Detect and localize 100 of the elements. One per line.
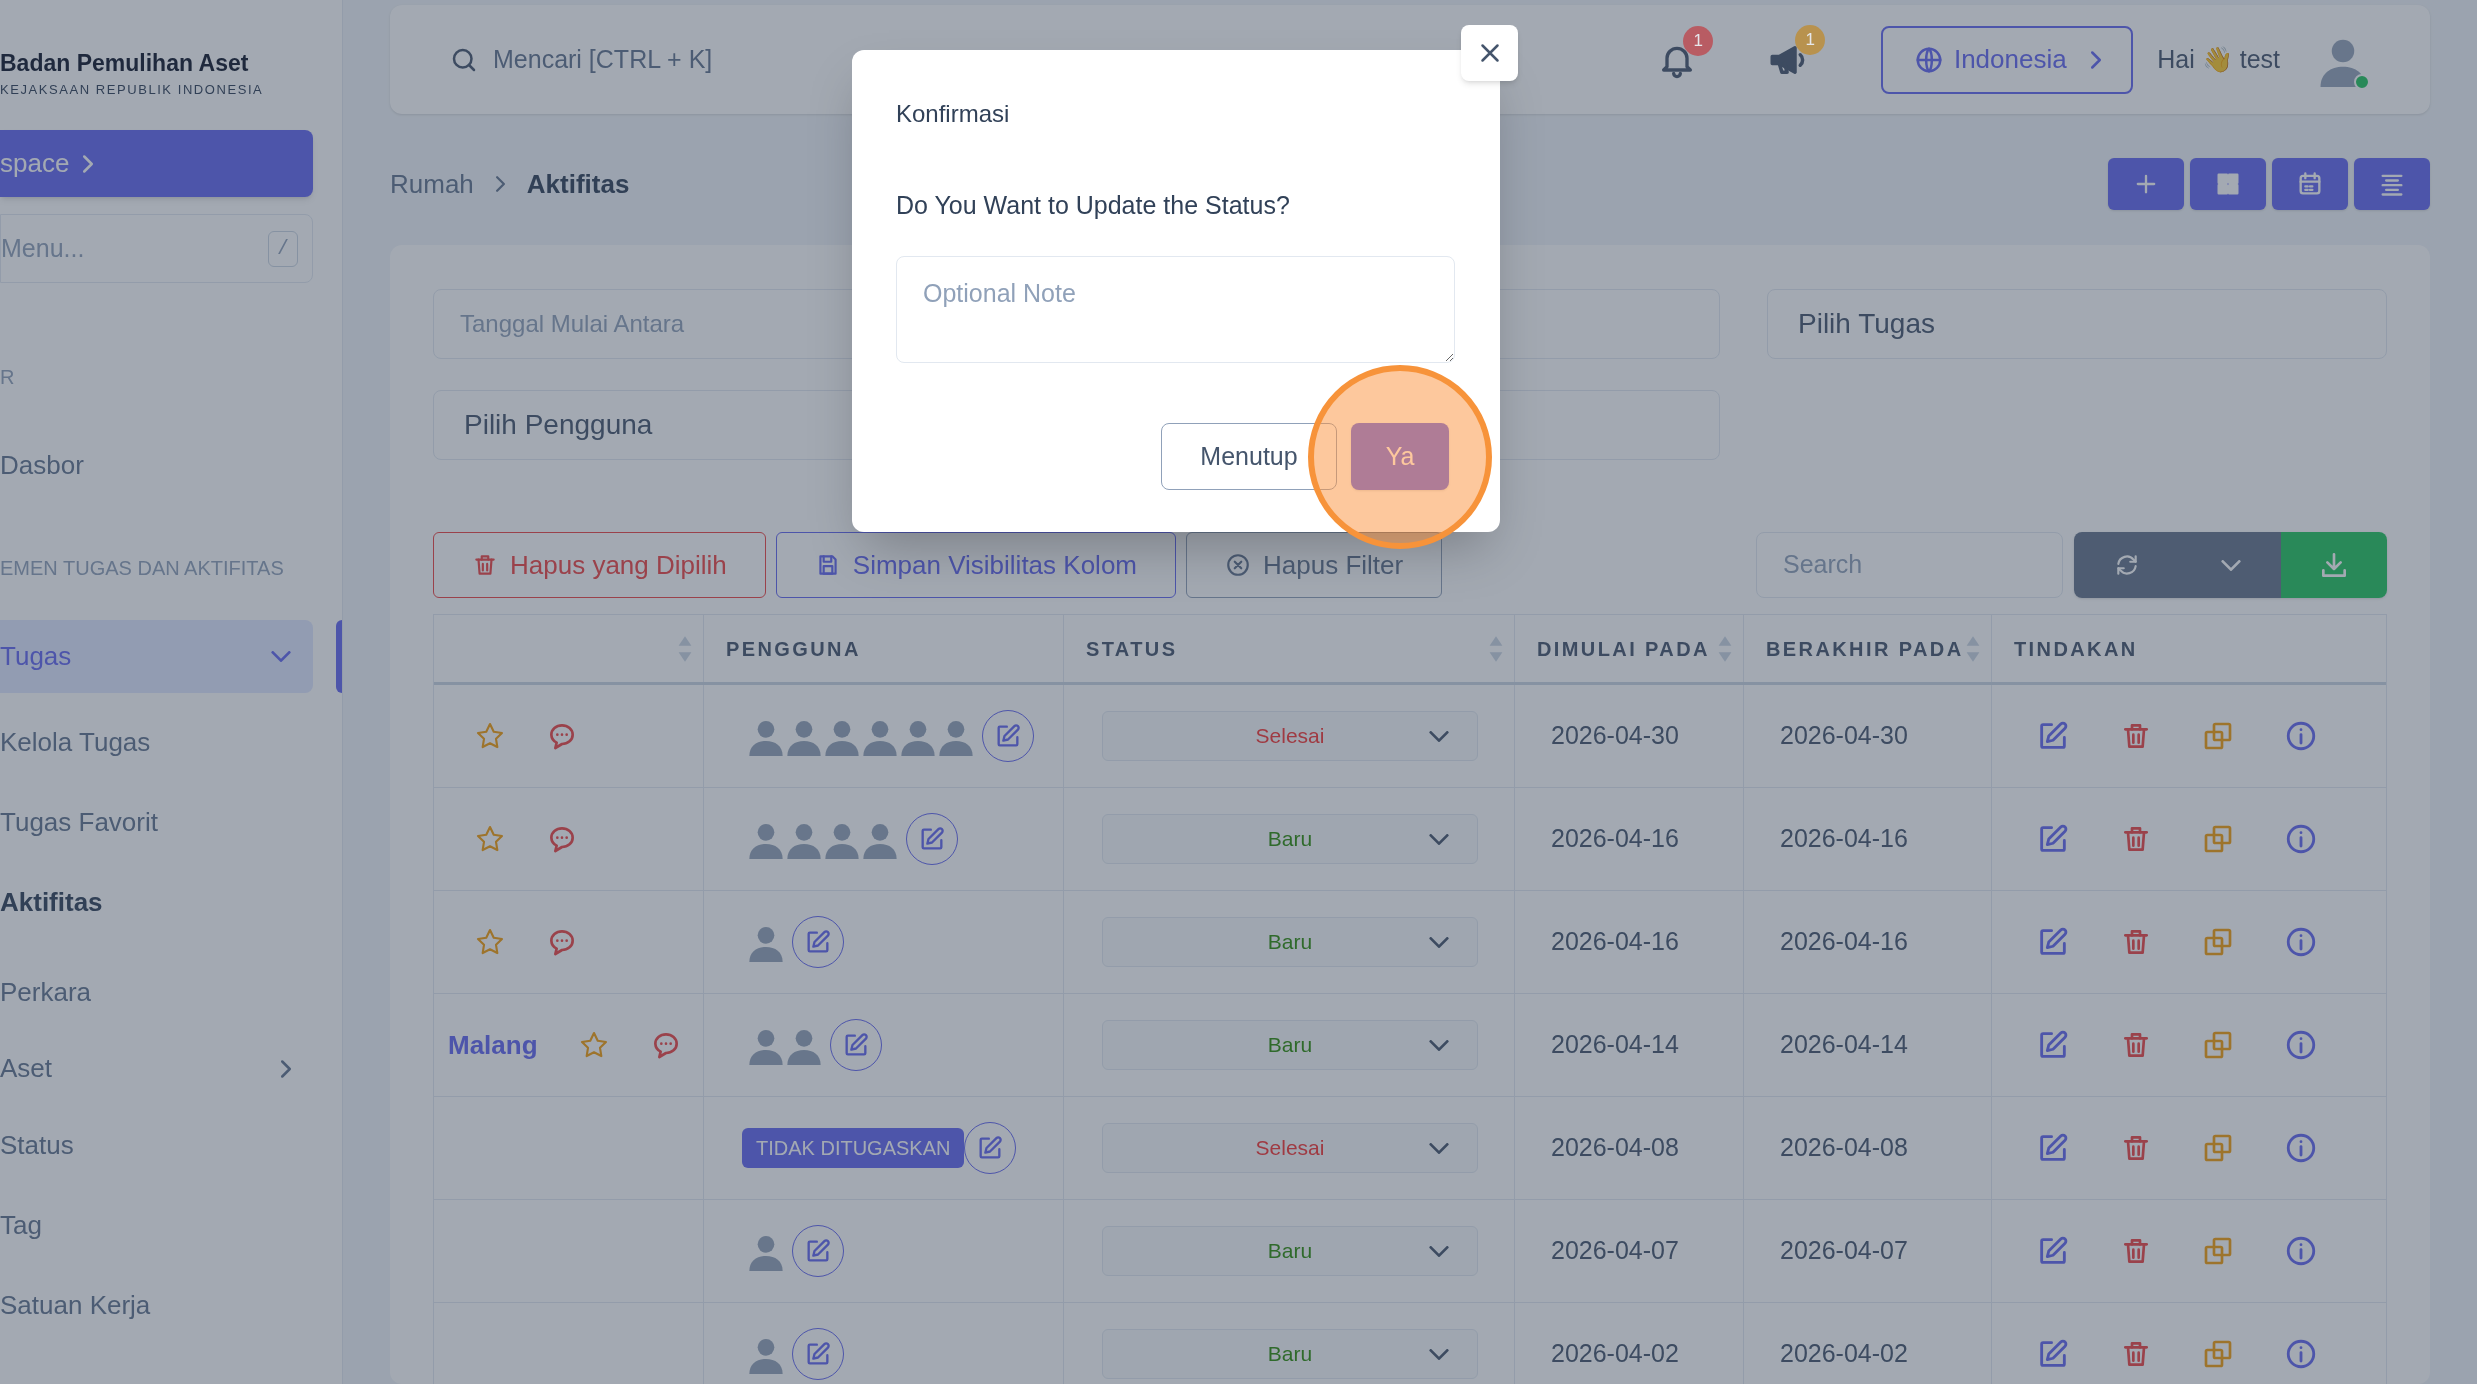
end-date: 2026-04-16 bbox=[1780, 926, 1908, 958]
column-header: STATUS bbox=[1086, 636, 1178, 662]
status-dropdown[interactable]: Selesai bbox=[1102, 1123, 1478, 1173]
info-icon[interactable] bbox=[2284, 1337, 2318, 1371]
sidebar-item[interactable]: Status bbox=[0, 1105, 342, 1185]
shortcut-key: / bbox=[268, 230, 298, 267]
info-icon[interactable] bbox=[2284, 822, 2318, 856]
status-label: Baru bbox=[1267, 826, 1313, 853]
status-label: Baru bbox=[1267, 1238, 1313, 1265]
notification-badge: 1 bbox=[1795, 24, 1826, 55]
list-view-button[interactable] bbox=[2354, 158, 2430, 210]
confirm-button[interactable]: Ya bbox=[1351, 423, 1449, 490]
status-label: Baru bbox=[1267, 1341, 1313, 1368]
copy-icon[interactable] bbox=[2202, 926, 2234, 958]
chevron-right-icon bbox=[281, 1059, 291, 1078]
chevron-down-icon bbox=[1429, 1348, 1449, 1360]
sidebar-item[interactable]: Satuan Kerja bbox=[0, 1265, 342, 1345]
status-dropdown[interactable]: Selesai bbox=[1102, 711, 1478, 761]
menu-search-field[interactable]: Menu... / bbox=[0, 214, 313, 283]
chevron-right-icon bbox=[495, 176, 505, 192]
chevron-down-icon bbox=[1429, 730, 1449, 742]
calendar-view-button[interactable] bbox=[2272, 158, 2348, 210]
greeting: Hai 👋 test bbox=[2157, 43, 2280, 75]
chevron-down-icon bbox=[2220, 559, 2241, 571]
sidebar-item[interactable]: Tugas Favorit bbox=[0, 782, 342, 862]
end-date: 2026-04-08 bbox=[1780, 1132, 1908, 1164]
global-search-field[interactable]: Mencari [CTRL + K] bbox=[449, 40, 713, 79]
save-columns-button[interactable]: Simpan Visibilitas Kolom bbox=[775, 532, 1176, 598]
grid-view-button[interactable] bbox=[2190, 158, 2266, 210]
column-header: BERAKHIR PADA bbox=[1766, 636, 1964, 662]
column-header: PENGGUNA bbox=[726, 636, 861, 662]
copy-icon[interactable] bbox=[2202, 1235, 2234, 1267]
end-date: 2026-04-14 bbox=[1780, 1029, 1908, 1061]
chevron-down-icon bbox=[271, 651, 291, 662]
status-label: Selesai bbox=[1255, 1135, 1325, 1162]
info-icon[interactable] bbox=[2284, 719, 2318, 753]
start-date: 2026-04-07 bbox=[1551, 1235, 1679, 1267]
copy-icon[interactable] bbox=[2202, 1338, 2234, 1370]
status-dropdown[interactable]: Baru bbox=[1102, 814, 1478, 864]
close-button[interactable] bbox=[1461, 25, 1518, 81]
start-date: 2026-04-14 bbox=[1551, 1029, 1679, 1061]
workspace-button[interactable]: space bbox=[0, 130, 313, 197]
copy-icon[interactable] bbox=[2202, 1029, 2234, 1061]
brand-subtitle: KEJAKSAAN REPUBLIK INDONESIA bbox=[0, 83, 265, 96]
sidebar-group[interactable]: Aset bbox=[0, 1032, 313, 1105]
sidebar-group[interactable]: Tugas bbox=[0, 620, 313, 693]
sidebar-item[interactable]: Aktifitas bbox=[0, 862, 342, 942]
clear-icon bbox=[1225, 552, 1251, 578]
sidebar-item[interactable]: Dasbor bbox=[0, 425, 342, 505]
clear-filter-button[interactable]: Hapus Filter bbox=[1186, 532, 1443, 598]
menu-search-placeholder: Menu... bbox=[1, 232, 85, 264]
column-header: DIMULAI PADA bbox=[1537, 636, 1710, 662]
chevron-right-icon bbox=[83, 154, 94, 173]
chevron-down-icon bbox=[1429, 1142, 1449, 1154]
status-label: Baru bbox=[1267, 929, 1313, 956]
select-field[interactable]: Pilih Tugas bbox=[1767, 289, 2387, 359]
copy-icon[interactable] bbox=[2202, 1132, 2234, 1164]
task-title-link[interactable]: Malang bbox=[448, 1025, 538, 1065]
notification-badge: 1 bbox=[1683, 25, 1714, 56]
refresh-button[interactable] bbox=[2074, 532, 2281, 598]
chevron-down-icon bbox=[1429, 1039, 1449, 1051]
status-dropdown[interactable]: Baru bbox=[1102, 1020, 1478, 1070]
chevron-down-icon bbox=[1429, 936, 1449, 948]
start-date: 2026-04-30 bbox=[1551, 720, 1679, 752]
export-button[interactable] bbox=[2281, 532, 2387, 598]
delete-selected-button[interactable]: Hapus yang Dipilih bbox=[433, 532, 766, 598]
sidebar-item[interactable]: Perkara bbox=[0, 952, 342, 1032]
cancel-button[interactable]: Menutup bbox=[1161, 423, 1337, 490]
start-date: 2026-04-16 bbox=[1551, 926, 1679, 958]
copy-icon[interactable] bbox=[2202, 720, 2234, 752]
add-button[interactable] bbox=[2108, 158, 2184, 210]
end-date: 2026-04-02 bbox=[1780, 1338, 1908, 1370]
end-date: 2026-04-30 bbox=[1780, 720, 1908, 752]
language-button[interactable]: Indonesia bbox=[1881, 25, 2134, 94]
end-date: 2026-04-07 bbox=[1780, 1235, 1908, 1267]
info-icon[interactable] bbox=[2284, 925, 2318, 959]
end-date: 2026-04-16 bbox=[1780, 823, 1908, 855]
status-dropdown[interactable]: Baru bbox=[1102, 917, 1478, 967]
column-header: TINDAKAN bbox=[2014, 636, 2138, 662]
chevron-down-icon bbox=[1429, 1245, 1449, 1257]
status-dropdown[interactable]: Baru bbox=[1102, 1226, 1478, 1276]
copy-icon[interactable] bbox=[2202, 823, 2234, 855]
dialog-message: Do You Want to Update the Status? bbox=[896, 191, 1291, 219]
sidebar-item[interactable]: Tag bbox=[0, 1185, 342, 1265]
sidebar-item[interactable]: Kelola Tugas bbox=[0, 702, 342, 782]
note-field[interactable]: Optional Note bbox=[896, 256, 1455, 363]
breadcrumb-item[interactable]: Rumah bbox=[390, 164, 474, 204]
start-date: 2026-04-08 bbox=[1551, 1132, 1679, 1164]
unassigned-badge: TIDAK DITUGASKAN bbox=[742, 1128, 965, 1168]
info-icon[interactable] bbox=[2284, 1234, 2318, 1268]
start-date: 2026-04-16 bbox=[1551, 823, 1679, 855]
info-icon[interactable] bbox=[2284, 1131, 2318, 1165]
trash-icon bbox=[472, 552, 498, 578]
sidebar-section-heading: EMEN TUGAS DAN AKTIFITAS bbox=[0, 558, 285, 578]
status-dropdown[interactable]: Baru bbox=[1102, 1329, 1478, 1379]
brand-title: Badan Pemulihan Aset bbox=[0, 52, 250, 75]
chevron-down-icon bbox=[1429, 833, 1449, 845]
info-icon[interactable] bbox=[2284, 1028, 2318, 1062]
breadcrumb-item: Aktifitas bbox=[526, 167, 630, 201]
table-search-field[interactable]: Search bbox=[1756, 532, 2063, 598]
